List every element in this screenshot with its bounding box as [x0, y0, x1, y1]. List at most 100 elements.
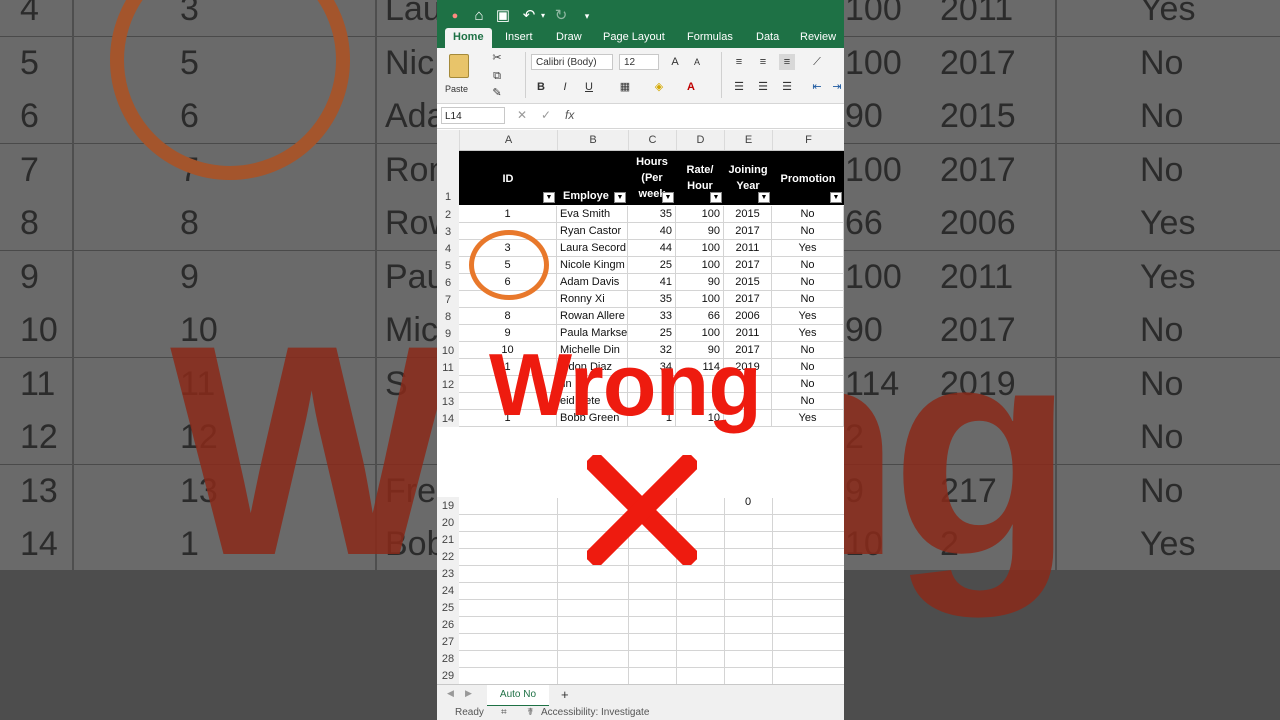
header-promotion[interactable]: Promotion ▼ [772, 151, 844, 205]
align-top-icon[interactable]: ≡ [731, 54, 747, 70]
table-cell-promo[interactable]: No [772, 359, 844, 375]
table-cell-hours[interactable]: 33 [628, 308, 676, 324]
increase-font-icon[interactable]: A [667, 54, 683, 70]
align-center-icon[interactable]: ☰ [755, 79, 771, 95]
table-cell-hours[interactable]: 44 [628, 240, 676, 256]
tab-page-layout[interactable]: Page Layout [603, 28, 665, 48]
row-header[interactable]: 14 [437, 411, 459, 428]
filter-dropdown-icon[interactable]: ▼ [614, 192, 626, 203]
align-right-icon[interactable]: ☰ [779, 79, 795, 95]
header-hours[interactable]: Hours (Per week ▼ [628, 151, 676, 205]
tab-review[interactable]: Review [800, 28, 836, 48]
table-cell-id[interactable]: 1 [459, 206, 557, 222]
row-header[interactable]: 22 [437, 549, 459, 566]
table-cell-name[interactable]: Laura Secord [558, 240, 628, 256]
header-employee[interactable]: Employe ▼ [557, 151, 628, 205]
row-header[interactable]: 25 [437, 600, 459, 617]
table-cell-hours[interactable]: 40 [628, 223, 676, 239]
row-header[interactable]: 10 [437, 343, 459, 360]
table-cell-name[interactable]: Nicole Kingm [558, 257, 628, 273]
row-header[interactable]: 11 [437, 360, 459, 377]
table-cell-promo[interactable]: No [772, 376, 844, 392]
format-painter-icon[interactable]: ✎ [489, 85, 505, 101]
table-cell-year[interactable]: 2015 [724, 206, 772, 222]
table-cell-rate[interactable]: 90 [676, 223, 724, 239]
table-cell-year[interactable]: 2015 [724, 274, 772, 290]
paste-button[interactable]: Paste [445, 52, 481, 98]
accessibility-icon[interactable]: ☤ [527, 706, 534, 720]
tab-home[interactable]: Home [445, 28, 492, 48]
status-accessibility[interactable]: Accessibility: Investigate [541, 706, 649, 720]
tab-data[interactable]: Data [756, 28, 779, 48]
table-cell-promo[interactable]: No [772, 393, 844, 409]
table-cell-hours[interactable]: 41 [628, 274, 676, 290]
add-sheet-button[interactable]: + [561, 687, 569, 702]
cut-icon[interactable]: ✂ [489, 50, 505, 66]
align-left-icon[interactable]: ☰ [731, 79, 747, 95]
save-icon[interactable]: ▣ [493, 6, 513, 26]
outdent-icon[interactable]: ⇥ [829, 79, 844, 95]
row-header[interactable]: 26 [437, 617, 459, 634]
prev-sheet-icon[interactable]: ◀ [447, 688, 454, 699]
row-header[interactable]: 7 [437, 292, 459, 309]
cell-e19[interactable]: 0 [724, 494, 772, 510]
function-icon[interactable]: fx [565, 108, 574, 122]
row-header[interactable]: 6 [437, 275, 459, 292]
row-header[interactable]: 21 [437, 532, 459, 549]
table-cell-hours[interactable]: 35 [628, 291, 676, 307]
table-cell-hours[interactable]: 35 [628, 206, 676, 222]
row-header[interactable]: 27 [437, 634, 459, 651]
next-sheet-icon[interactable]: ▶ [465, 688, 472, 699]
row-header[interactable]: 9 [437, 326, 459, 343]
row-header[interactable]: 24 [437, 583, 459, 600]
sheet-tab-auto-no[interactable]: Auto No [487, 685, 549, 707]
filter-dropdown-icon[interactable]: ▼ [662, 192, 674, 203]
header-id[interactable]: ID ▼ [459, 151, 557, 205]
table-cell-rate[interactable]: 100 [676, 206, 724, 222]
font-color-icon[interactable]: A [683, 79, 699, 95]
table-cell-promo[interactable]: Yes [772, 410, 844, 426]
column-header-f[interactable]: F [772, 130, 844, 150]
font-size-select[interactable]: 12 [619, 54, 659, 70]
font-name-select[interactable]: Calibri (Body) [531, 54, 613, 70]
table-cell-rate[interactable]: 100 [676, 291, 724, 307]
column-header-a[interactable]: A [459, 130, 557, 150]
filter-dropdown-icon[interactable]: ▼ [758, 192, 770, 203]
table-cell-name[interactable]: Ronny Xi [558, 291, 628, 307]
table-cell-name[interactable]: Ryan Castor [558, 223, 628, 239]
tab-draw[interactable]: Draw [556, 28, 582, 48]
table-cell-year[interactable]: 2017 [724, 257, 772, 273]
row-header[interactable]: 8 [437, 309, 459, 326]
row-header[interactable]: 19 [437, 498, 459, 515]
home-icon[interactable]: ⌂ [469, 6, 489, 26]
align-middle-icon[interactable]: ≡ [755, 54, 771, 70]
table-cell-promo[interactable]: No [772, 274, 844, 290]
filter-dropdown-icon[interactable]: ▼ [710, 192, 722, 203]
row-header[interactable]: 1 [437, 190, 459, 204]
table-cell-year[interactable]: 2017 [724, 223, 772, 239]
table-cell-promo[interactable]: Yes [772, 240, 844, 256]
table-cell-hours[interactable]: 25 [628, 257, 676, 273]
column-header-d[interactable]: D [676, 130, 724, 150]
row-header[interactable]: 2 [437, 207, 459, 224]
table-cell-name[interactable]: Adam Davis [558, 274, 628, 290]
italic-button[interactable]: I [557, 79, 573, 95]
table-cell-name[interactable]: Eva Smith [558, 206, 628, 222]
name-box[interactable]: L14 [441, 107, 505, 124]
filter-dropdown-icon[interactable]: ▼ [830, 192, 842, 203]
copy-icon[interactable]: ⧉ [489, 68, 505, 84]
table-cell-rate[interactable]: 90 [676, 274, 724, 290]
row-header[interactable]: 3 [437, 224, 459, 241]
tab-formulas[interactable]: Formulas [687, 28, 733, 48]
table-cell-rate[interactable]: 100 [676, 257, 724, 273]
fill-color-icon[interactable]: ◈ [651, 79, 667, 95]
column-header-b[interactable]: B [557, 130, 628, 150]
underline-button[interactable]: U [581, 79, 597, 95]
table-cell-promo[interactable]: Yes [772, 308, 844, 324]
tab-insert[interactable]: Insert [505, 28, 533, 48]
table-cell-promo[interactable]: Yes [772, 325, 844, 341]
table-cell-rate[interactable]: 66 [676, 308, 724, 324]
decrease-font-icon[interactable]: A [689, 54, 705, 70]
borders-icon[interactable]: ▦ [617, 79, 633, 95]
indent-icon[interactable]: ⇤ [809, 79, 825, 95]
